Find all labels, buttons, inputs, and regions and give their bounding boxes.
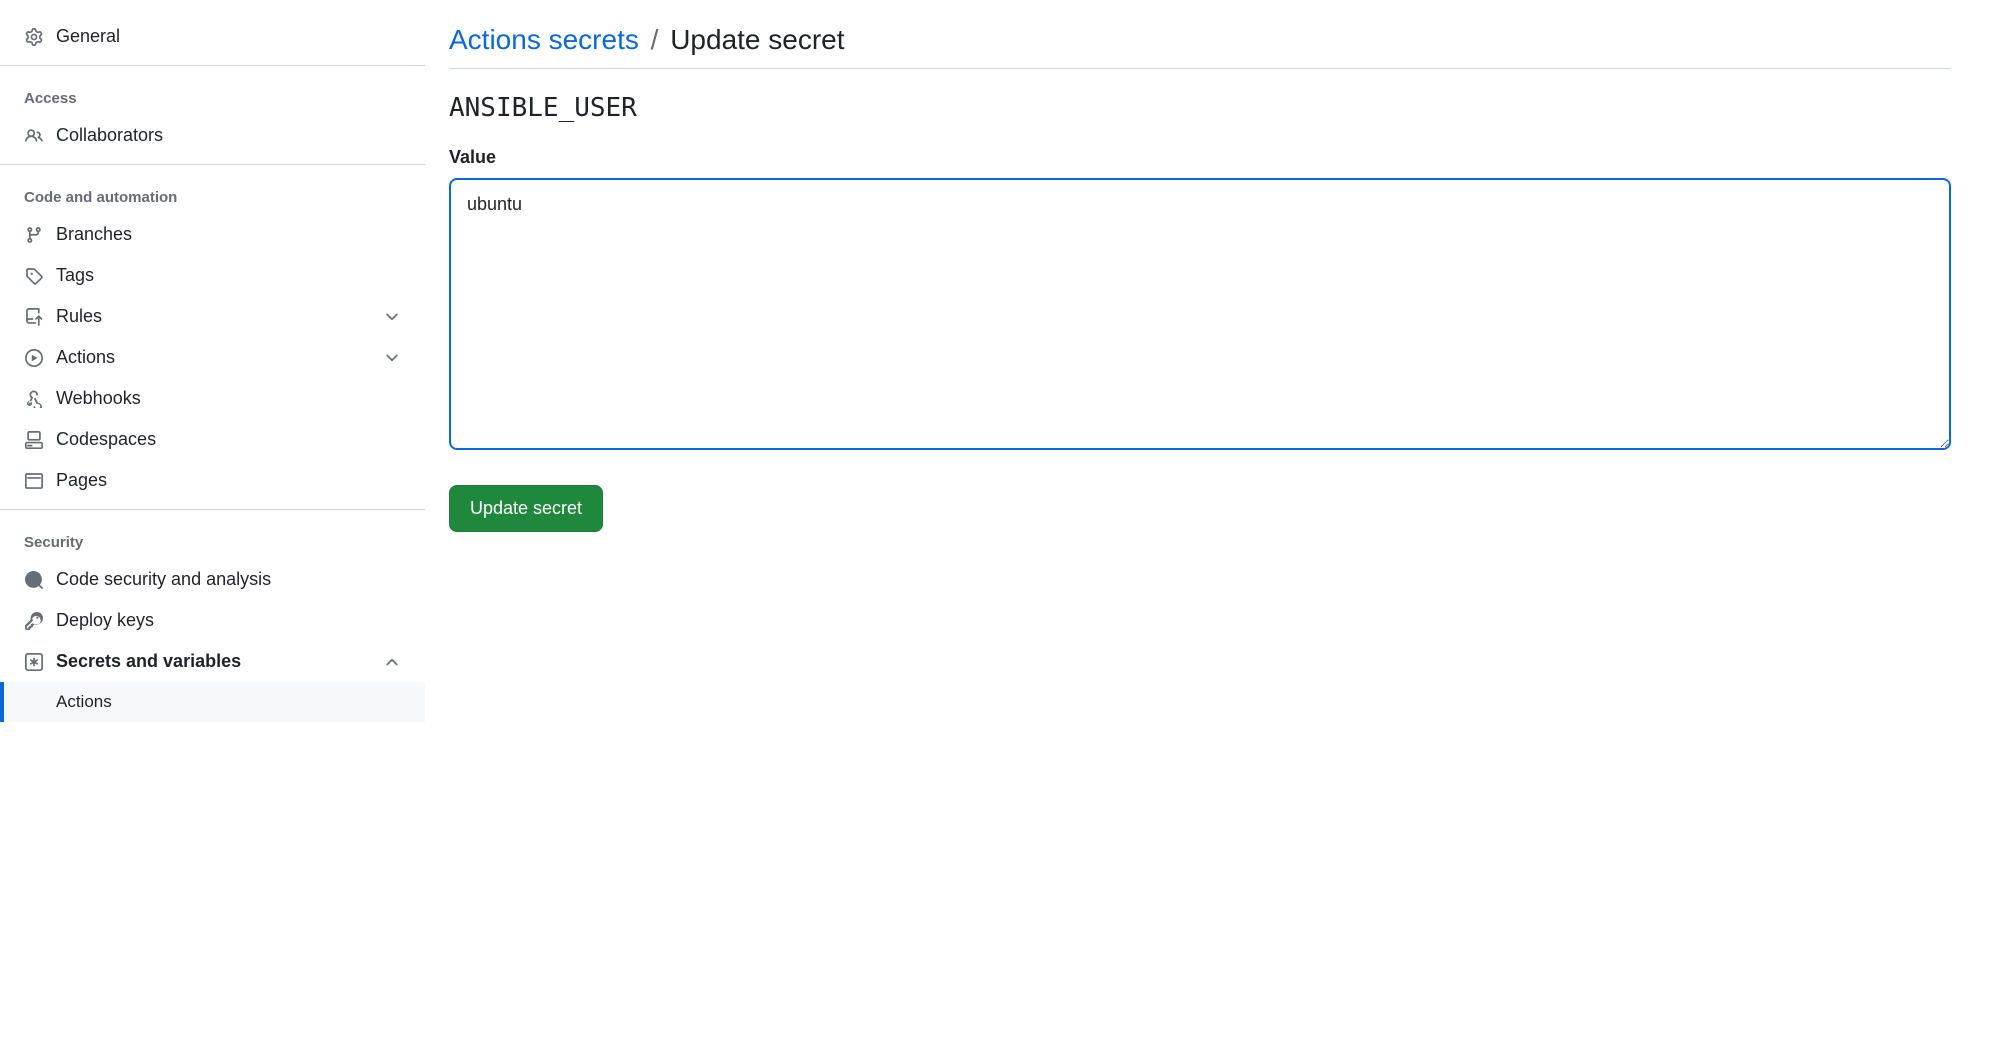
sidebar-separator (0, 65, 425, 66)
tag-icon (24, 266, 44, 286)
breadcrumb: Actions secrets / Update secret (449, 24, 1951, 69)
breadcrumb-separator: / (651, 24, 659, 55)
chevron-up-icon (383, 653, 401, 671)
repo-push-icon (24, 307, 44, 327)
sidebar-item-deploy-keys[interactable]: Deploy keys (0, 600, 425, 641)
sidebar-label-actions: Actions (56, 347, 371, 368)
sidebar-item-codespaces[interactable]: Codespaces (0, 419, 425, 460)
codescan-icon (24, 570, 44, 590)
sidebar-label-secrets-variables: Secrets and variables (56, 651, 371, 672)
sidebar-item-pages[interactable]: Pages (0, 460, 425, 501)
sidebar-label-general: General (56, 26, 401, 47)
gear-icon (24, 27, 44, 47)
sidebar-item-collaborators[interactable]: Collaborators (0, 115, 425, 156)
people-icon (24, 126, 44, 146)
breadcrumb-current: Update secret (670, 24, 844, 55)
sidebar-label-pages: Pages (56, 470, 401, 491)
sidebar-separator (0, 164, 425, 165)
value-label: Value (449, 147, 1951, 168)
webhook-icon (24, 389, 44, 409)
secret-name-heading: ANSIBLE_USER (449, 93, 1951, 123)
sidebar-sublabel-actions: Actions (56, 692, 112, 712)
sidebar-item-general[interactable]: General (0, 16, 425, 57)
chevron-down-icon (383, 349, 401, 367)
chevron-down-icon (383, 308, 401, 326)
sidebar-label-webhooks: Webhooks (56, 388, 401, 409)
section-header-access: Access (0, 82, 425, 115)
sidebar-label-code-security: Code security and analysis (56, 569, 401, 590)
sidebar-label-codespaces: Codespaces (56, 429, 401, 450)
main-content: Actions secrets / Update secret ANSIBLE_… (425, 0, 1999, 1053)
sidebar-item-tags[interactable]: Tags (0, 255, 425, 296)
sidebar-subitem-actions[interactable]: Actions (0, 682, 425, 722)
sidebar-label-rules: Rules (56, 306, 371, 327)
breadcrumb-link-actions-secrets[interactable]: Actions secrets (449, 24, 639, 55)
sidebar-separator (0, 509, 425, 510)
update-secret-button[interactable]: Update secret (449, 485, 603, 532)
section-header-code: Code and automation (0, 181, 425, 214)
play-circle-icon (24, 348, 44, 368)
sidebar-item-code-security[interactable]: Code security and analysis (0, 559, 425, 600)
sidebar-item-rules[interactable]: Rules (0, 296, 425, 337)
git-branch-icon (24, 225, 44, 245)
sidebar-item-branches[interactable]: Branches (0, 214, 425, 255)
settings-sidebar: General Access Collaborators Code and au… (0, 0, 425, 1053)
codespaces-icon (24, 430, 44, 450)
sidebar-label-deploy-keys: Deploy keys (56, 610, 401, 631)
sidebar-item-actions[interactable]: Actions (0, 337, 425, 378)
key-icon (24, 611, 44, 631)
sidebar-item-secrets-variables[interactable]: Secrets and variables (0, 641, 425, 682)
sidebar-label-collaborators: Collaborators (56, 125, 401, 146)
sidebar-label-tags: Tags (56, 265, 401, 286)
sidebar-label-branches: Branches (56, 224, 401, 245)
key-asterisk-icon (24, 652, 44, 672)
sidebar-item-webhooks[interactable]: Webhooks (0, 378, 425, 419)
section-header-security: Security (0, 526, 425, 559)
secret-value-input[interactable] (449, 178, 1951, 450)
browser-icon (24, 471, 44, 491)
